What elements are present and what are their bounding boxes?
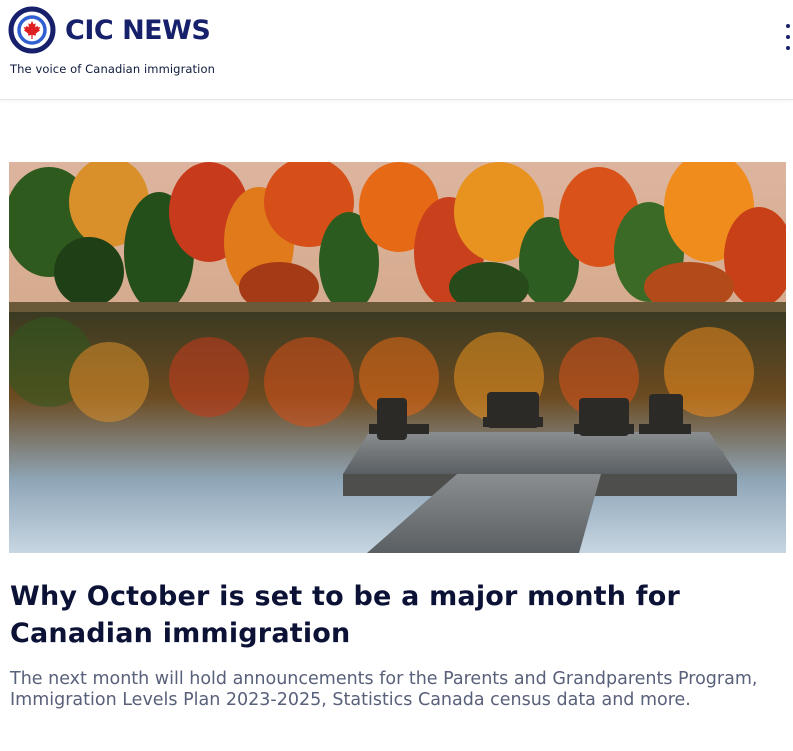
article-summary: The next month will hold announcements f…: [10, 669, 758, 710]
site-name: CIC NEWS: [65, 14, 211, 46]
autumn-lake-dock-image: [9, 162, 786, 553]
maple-leaf-ring-logo-icon: [8, 6, 56, 54]
site-logo-link[interactable]: CIC NEWS: [8, 6, 211, 54]
vertical-dots-icon[interactable]: [786, 24, 793, 50]
site-header: CIC NEWS The voice of Canadian immigrati…: [0, 0, 793, 100]
site-tagline: The voice of Canadian immigration: [10, 62, 215, 76]
article-title[interactable]: Why October is set to be a major month f…: [10, 578, 770, 652]
article-hero-image[interactable]: [9, 162, 786, 553]
